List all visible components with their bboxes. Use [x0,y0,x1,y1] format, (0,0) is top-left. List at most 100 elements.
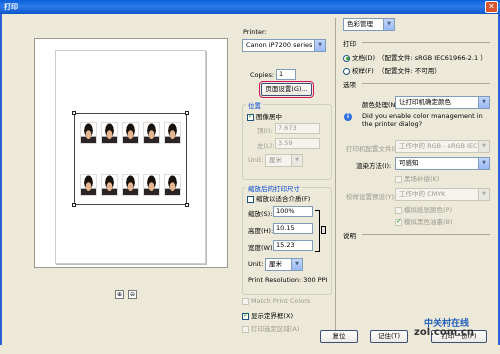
preview-zoom-icon[interactable]: ⊕ [115,290,124,299]
title-bar: 打印 ✕ [0,0,500,14]
position-title: 位置 [246,100,263,110]
link-icon [321,226,326,234]
width-label: 宽度(W): [248,244,275,252]
print-preview [34,38,228,268]
color-handling-value: 让打印机确定颜色 [399,98,451,106]
simulate-paper-option[interactable]: 模拟纸张颜色(P) [395,204,452,214]
resize-handle-bottom-left[interactable] [72,203,76,207]
fit-media-label: 缩放以适合介质(F) [256,195,311,203]
preview-fit-icon[interactable]: ⊖ [128,290,137,299]
left-input[interactable]: 3.59 [275,138,320,149]
left-label: 左(L): [257,142,275,150]
image-bounding-box[interactable] [72,111,189,207]
print-resolution: Print Resolution: 300 PPI [248,276,328,284]
match-colors-label: Match Print Colors [251,297,311,305]
copies-label: Copies: [250,71,275,79]
remember-button[interactable]: 记住(T) [370,330,408,343]
position-unit-label: Unit: [248,156,264,164]
resize-handle-bottom-right[interactable] [185,203,189,207]
center-image-option[interactable]: 图像居中 [247,111,282,121]
photo-thumb [80,174,97,196]
chevron-down-icon: ▼ [478,97,489,108]
scale-input[interactable]: 100% [273,206,313,217]
position-unit-select[interactable]: 厘米 ▼ [265,154,303,167]
proof-profile: （配置文件: 不可用） [378,67,441,75]
fit-media-option[interactable]: 缩放以适合介质(F) [247,193,310,203]
photo-thumb [122,122,139,144]
width-input[interactable]: 15.23 [273,240,313,251]
options-section-separator [362,83,490,84]
printer-label: Printer: [243,28,267,36]
rendering-intent-label: 渲染方法(I): [356,162,392,170]
print-selected-area-checkbox[interactable] [242,325,249,333]
chevron-down-icon: ▼ [478,189,489,200]
document-radio[interactable] [343,54,350,62]
printer-select[interactable]: Canon iP7200 series ▼ [242,39,326,52]
photo-thumb [101,174,118,196]
proof-option[interactable]: 校样(F) [343,65,374,75]
photo-thumb [122,174,139,196]
height-input[interactable]: 10.15 [273,223,313,234]
document-option[interactable]: 文档(D) [343,52,375,62]
description-title: 说明 [343,232,356,240]
proof-setup-value: 工作中的 CMYK [399,190,446,198]
simulate-paper-checkbox[interactable] [395,206,402,214]
page-setup-button[interactable]: 页面设置(G)... [259,81,314,98]
proof-setup-select[interactable]: 工作中的 CMYK ▼ [395,188,490,201]
print-dialog: ⊕ ⊖ Printer: Canon iP7200 series ▼ Copie… [0,14,500,345]
chevron-down-icon: ▼ [383,19,394,30]
photo-thumb [164,174,181,196]
match-colors-option[interactable]: Match Print Colors [242,297,310,305]
bounding-box-label: 显示定界框(X) [251,312,294,320]
print-selected-area-option[interactable]: 打印选定区域(A) [242,323,300,333]
options-section-title: 选项 [343,81,356,89]
photo-thumb [143,174,160,196]
chevron-down-icon: ▼ [478,141,489,152]
resize-handle-top-left[interactable] [72,111,76,115]
simulate-black-label: 模拟黑色油墨(B) [404,218,453,226]
print-selected-area-label: 打印选定区域(A) [251,325,300,333]
watermark-domain: zol.com.cn [414,327,474,338]
chevron-down-icon: ▼ [314,40,325,51]
zol-watermark: 中关村在线 zol.com.cn [414,316,496,354]
printer-profile-select[interactable]: 工作中的 RGB - sRGB IEC6... ▼ [395,140,490,153]
center-image-checkbox[interactable] [247,112,254,121]
scale-unit-select[interactable]: 厘米 ▼ [265,258,303,271]
top-label: 顶(I): [257,127,273,135]
photo-thumb [80,122,97,144]
simulate-black-option[interactable]: 模拟黑色油墨(B) [395,216,453,226]
bounding-box-checkbox[interactable] [242,311,249,320]
height-label: 高度(H): [248,227,274,235]
scale-unit-label: Unit: [248,260,264,268]
rendering-intent-value: 可感知 [399,159,419,167]
reset-button[interactable]: 复位 [320,330,358,343]
color-management-value: 色彩管理 [347,20,373,28]
proof-radio-label: 校样(F) [352,67,374,75]
position-unit-value: 厘米 [269,156,282,164]
simulate-black-checkbox[interactable] [395,217,402,226]
close-icon[interactable]: ✕ [485,1,498,13]
description-separator [362,234,490,235]
black-point-checkbox[interactable] [395,175,402,183]
black-point-label: 黑场补偿(K) [404,175,440,183]
color-management-select[interactable]: 色彩管理 ▼ [343,18,395,31]
bounding-box-option[interactable]: 显示定界框(X) [242,310,293,320]
document-radio-label: 文档(D) [352,54,376,62]
photo-thumb [164,122,181,144]
top-input[interactable]: 7.673 [275,123,320,134]
simulate-paper-label: 模拟纸张颜色(P) [404,206,452,214]
aspect-ratio-bracket [315,210,320,252]
copies-input[interactable]: 1 [276,69,296,80]
rendering-intent-select[interactable]: 可感知 ▼ [395,157,490,170]
resize-handle-top-right[interactable] [185,111,189,115]
document-profile: （配置文件: sRGB IEC61966-2.1 ） [378,54,487,62]
proof-radio[interactable] [343,67,350,75]
chevron-down-icon: ▼ [291,259,302,270]
preview-page [55,50,206,264]
color-handling-select[interactable]: 让打印机确定颜色 ▼ [395,96,490,109]
black-point-option[interactable]: 黑场补偿(K) [395,173,439,183]
printer-profile-value: 工作中的 RGB - sRGB IEC6... [399,142,488,150]
fit-media-checkbox[interactable] [247,195,254,203]
match-colors-checkbox[interactable] [242,297,249,305]
scaled-size-title: 缩放后的打印尺寸 [246,183,302,193]
